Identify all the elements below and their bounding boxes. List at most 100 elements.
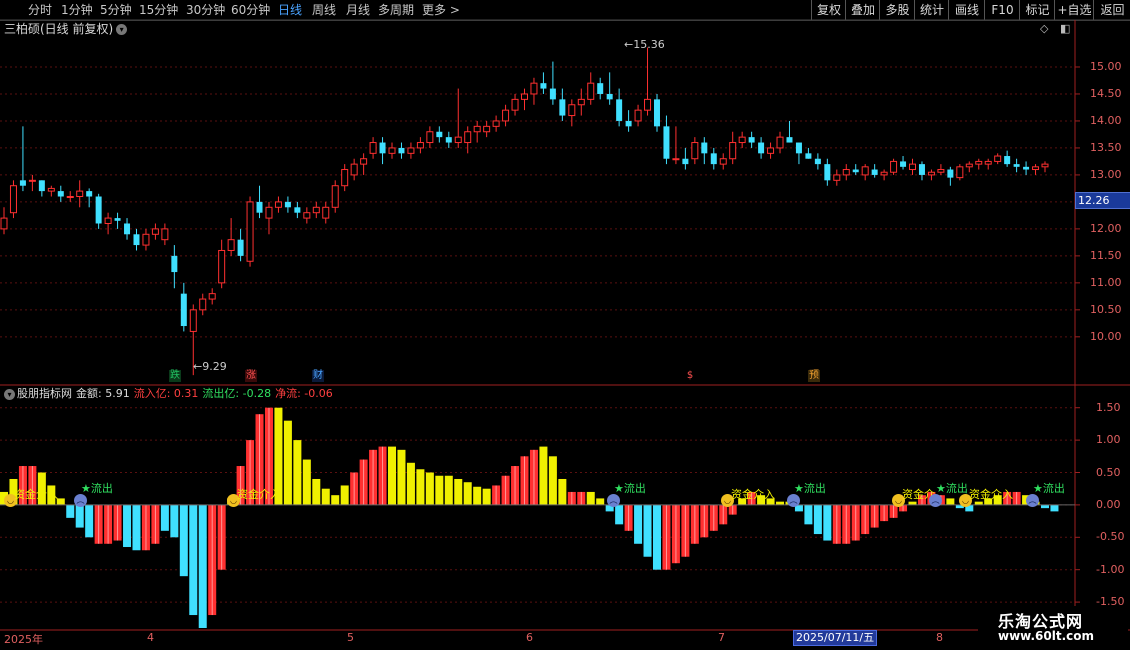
candle[interactable] [502, 104, 510, 127]
candle[interactable] [407, 142, 415, 159]
candle[interactable] [464, 126, 472, 154]
candle[interactable] [294, 201, 301, 219]
candle[interactable] [852, 164, 859, 175]
candle[interactable] [95, 193, 102, 229]
candle[interactable] [738, 131, 746, 148]
candle[interactable] [842, 164, 850, 181]
candle[interactable] [312, 201, 320, 219]
candle[interactable] [66, 191, 74, 202]
candle[interactable] [606, 72, 613, 105]
candle[interactable] [900, 156, 907, 170]
candle[interactable] [918, 161, 925, 181]
candle[interactable] [587, 72, 595, 105]
candle[interactable] [28, 174, 36, 192]
candle[interactable] [161, 223, 169, 246]
candle[interactable] [909, 158, 917, 175]
candle[interactable] [984, 158, 992, 170]
candle[interactable] [227, 218, 235, 256]
candle[interactable] [568, 99, 576, 127]
candle[interactable] [597, 77, 604, 100]
candle[interactable] [483, 120, 491, 138]
candle[interactable] [927, 169, 935, 181]
candle[interactable] [388, 142, 396, 159]
candle[interactable] [322, 201, 330, 224]
candle[interactable] [369, 137, 377, 159]
candle[interactable] [436, 126, 443, 143]
candle[interactable] [540, 72, 547, 94]
candle[interactable] [530, 77, 538, 105]
candle[interactable] [47, 185, 55, 197]
chevron-down-icon[interactable]: ▾ [4, 388, 15, 400]
candle[interactable] [947, 166, 954, 186]
candle[interactable] [672, 126, 680, 165]
candle[interactable] [142, 228, 150, 251]
candle[interactable] [151, 223, 159, 240]
candle[interactable] [994, 153, 1002, 165]
candle[interactable] [218, 239, 226, 289]
candle[interactable] [871, 164, 878, 178]
candle[interactable] [1032, 164, 1040, 175]
candle[interactable] [350, 158, 358, 181]
candle[interactable] [133, 228, 140, 251]
candle[interactable] [1023, 161, 1030, 175]
candle[interactable] [975, 158, 983, 170]
candle[interactable] [379, 137, 386, 165]
candle[interactable] [265, 201, 273, 235]
candle[interactable] [880, 169, 888, 181]
candle[interactable] [748, 131, 755, 148]
candle[interactable] [1041, 161, 1049, 173]
candle[interactable] [663, 115, 670, 165]
candle[interactable] [398, 142, 405, 159]
candle[interactable] [682, 147, 689, 170]
candle[interactable] [86, 188, 93, 208]
kline-chart[interactable] [0, 0, 1130, 650]
candle[interactable] [171, 245, 178, 289]
candle[interactable] [114, 212, 121, 229]
candle[interactable] [559, 88, 566, 121]
candle[interactable] [634, 104, 642, 127]
candle[interactable] [833, 169, 841, 186]
candle[interactable] [104, 212, 112, 235]
candle[interactable] [274, 196, 282, 213]
candle[interactable] [208, 288, 216, 305]
candle[interactable] [246, 196, 254, 267]
candle[interactable] [9, 180, 17, 219]
candle[interactable] [814, 153, 821, 170]
candle[interactable] [956, 164, 964, 181]
candle[interactable] [691, 137, 699, 165]
candle[interactable] [473, 120, 481, 143]
candle[interactable] [795, 142, 802, 165]
candle[interactable] [199, 293, 207, 316]
candle[interactable] [758, 137, 765, 159]
candle[interactable] [426, 126, 434, 148]
candle[interactable] [644, 47, 652, 116]
candle[interactable] [237, 228, 244, 262]
candle[interactable] [710, 147, 717, 170]
candle[interactable] [76, 180, 84, 208]
candle[interactable] [653, 93, 660, 132]
candle[interactable] [303, 207, 311, 224]
candle[interactable] [719, 153, 727, 170]
candle[interactable] [549, 61, 556, 105]
candle[interactable] [786, 120, 793, 143]
candle[interactable] [38, 180, 45, 197]
candle[interactable] [256, 185, 263, 219]
candle[interactable] [416, 137, 424, 154]
candle[interactable] [454, 88, 462, 148]
candle[interactable] [890, 158, 898, 175]
candle[interactable] [625, 110, 632, 132]
candle[interactable] [360, 153, 368, 175]
candle[interactable] [180, 282, 187, 332]
candle[interactable] [805, 147, 812, 159]
candle[interactable] [577, 88, 585, 116]
candle[interactable] [445, 131, 452, 148]
candle[interactable] [1004, 150, 1011, 167]
candle[interactable] [767, 142, 775, 159]
candle[interactable] [341, 164, 349, 192]
candle[interactable] [124, 218, 131, 240]
candle[interactable] [937, 164, 945, 175]
candle[interactable] [729, 131, 737, 165]
candle[interactable] [861, 164, 869, 181]
candle[interactable] [1013, 158, 1020, 173]
candle[interactable] [701, 137, 708, 165]
